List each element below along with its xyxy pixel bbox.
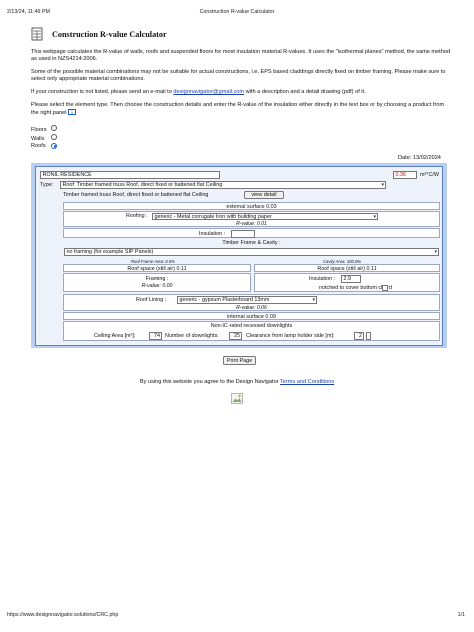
print-page-button[interactable]: Print Page — [223, 356, 256, 365]
internal-surface-row: internal surface 0.09 — [63, 312, 440, 320]
external-surface-row: external surface 0.03 — [63, 202, 440, 210]
right-roof-space: Roof space (still air) 0.11 — [254, 264, 440, 272]
print-footer-page: 1/1 — [457, 612, 465, 618]
left-roof-space: Roof space (still air) 0.11 — [63, 264, 251, 272]
chevron-down-icon: ▾ — [373, 213, 376, 220]
terms-text: By using this website you agree to the D… — [139, 379, 335, 385]
right-insulation-input[interactable]: 2.9 — [341, 275, 361, 283]
left-roof-space-text: Roof space (still air) 0.11 — [127, 265, 187, 272]
chevron-down-icon: ▾ — [312, 297, 315, 303]
lining-label: Roof Lining : — [136, 296, 167, 303]
framing-rvalue: R-value: 0.00 — [141, 283, 173, 289]
floors-label: Floors — [31, 127, 47, 133]
clearance-label: Clearance from lamp holder side [m]: — [246, 332, 335, 339]
view-detail-button[interactable]: view detail — [244, 191, 284, 199]
frame-select[interactable]: no framing (for example SIP Panels) ▾ — [64, 248, 439, 256]
num-downlights-input[interactable]: 25 — [229, 332, 242, 340]
walls-radio[interactable] — [51, 134, 57, 140]
info-icon[interactable]: i — [68, 109, 77, 116]
notched-label: notched to cover bottom chord — [319, 284, 392, 291]
print-doc-title: Construction R-value Calculator — [199, 9, 275, 15]
intro-paragraph-1: This webpage calculates the R-value of w… — [31, 49, 451, 63]
roofs-label: Roofs — [31, 143, 46, 149]
result-unit: m²°C/W — [420, 172, 439, 178]
external-surface-text: external surface 0.03 — [226, 203, 277, 210]
roofing-row: Roofing : generic - Metal corrugate Iron… — [63, 211, 440, 227]
roofs-radio[interactable] — [51, 143, 57, 149]
calculator-inner: RONIL RESIDENCE 0.36 m²°C/W Type: Roof: … — [35, 166, 443, 346]
chevron-down-icon: ▾ — [381, 182, 384, 188]
floors-radio[interactable] — [51, 125, 57, 131]
ceiling-area-label: Ceiling Area [m²]: — [94, 332, 136, 339]
roofing-label: Roofing : — [126, 213, 148, 219]
page-title: Construction R-value Calculator — [52, 30, 167, 39]
date-label: Date: 13/02/2024 — [398, 155, 441, 161]
element-type-group: Floors Walls Roofs — [31, 125, 57, 152]
right-roof-space-text: Roof space (still air) 0.11 — [317, 265, 377, 272]
right-insulation-cell: Insulation : 2.9 notched to cover bottom… — [254, 273, 440, 292]
calculator-logo-icon — [31, 27, 43, 41]
walls-label: Walls — [31, 136, 45, 142]
clearance-spinner[interactable] — [366, 332, 371, 340]
intro-paragraph-2: Some of the possible material combinatio… — [31, 69, 446, 83]
type-select[interactable]: Roof: Timber framed truss Roof, direct f… — [60, 181, 386, 189]
chevron-down-icon: ▾ — [434, 249, 437, 255]
insulation-label: Insulation : — [199, 230, 226, 237]
result-rvalue: 0.36 — [393, 171, 417, 179]
roofing-select[interactable]: generic - Metal corrugate Iron with buil… — [152, 212, 378, 220]
intro-paragraph-4: Please select the element type. Then cho… — [31, 102, 445, 117]
num-downlights-label: Number of downlights: — [165, 332, 219, 339]
print-footer-url: https://www.designnavigator.solutions/CR… — [7, 612, 119, 618]
internal-surface-text: internal surface 0.09 — [227, 313, 276, 320]
insulation-row: Insulation : — [63, 228, 440, 238]
intro-paragraph-3: If your construction is not listed, plea… — [31, 89, 366, 95]
roofing-rvalue: R-value: 0.01 — [236, 220, 267, 227]
downlights-title: Non-IC-rated recessed downlights — [210, 323, 293, 329]
email-link[interactable]: designnavigator@gmail.com — [173, 89, 244, 95]
lining-select[interactable]: generic - gypsum Plasterboard 13mm ▾ — [177, 296, 317, 304]
broken-image-icon — [231, 393, 243, 404]
frame-title: Timber Frame & Cavity : — [222, 240, 281, 246]
lining-rvalue: R-value: 0.06 — [236, 304, 267, 311]
right-insulation-label: Insulation : — [309, 276, 336, 282]
type-label: Type: — [40, 182, 54, 188]
notched-checkbox[interactable] — [382, 284, 388, 291]
framing-cell: Framing : R-value: 0.00 — [63, 273, 251, 292]
insulation-input[interactable] — [231, 230, 255, 238]
lining-row: Roof Lining : generic - gypsum Plasterbo… — [63, 294, 440, 311]
terms-link[interactable]: Terms and Conditions — [280, 379, 334, 385]
project-name-input[interactable]: RONIL RESIDENCE — [40, 171, 220, 179]
clearance-input[interactable]: 2 — [354, 332, 364, 340]
type-description: Timber framed truss Roof, direct fixed o… — [63, 192, 209, 198]
ceiling-area-input[interactable]: 74 — [149, 332, 162, 340]
framing-label: Framing : — [145, 276, 169, 282]
downlights-row: Non-IC-rated recessed downlights Ceiling… — [63, 321, 440, 341]
